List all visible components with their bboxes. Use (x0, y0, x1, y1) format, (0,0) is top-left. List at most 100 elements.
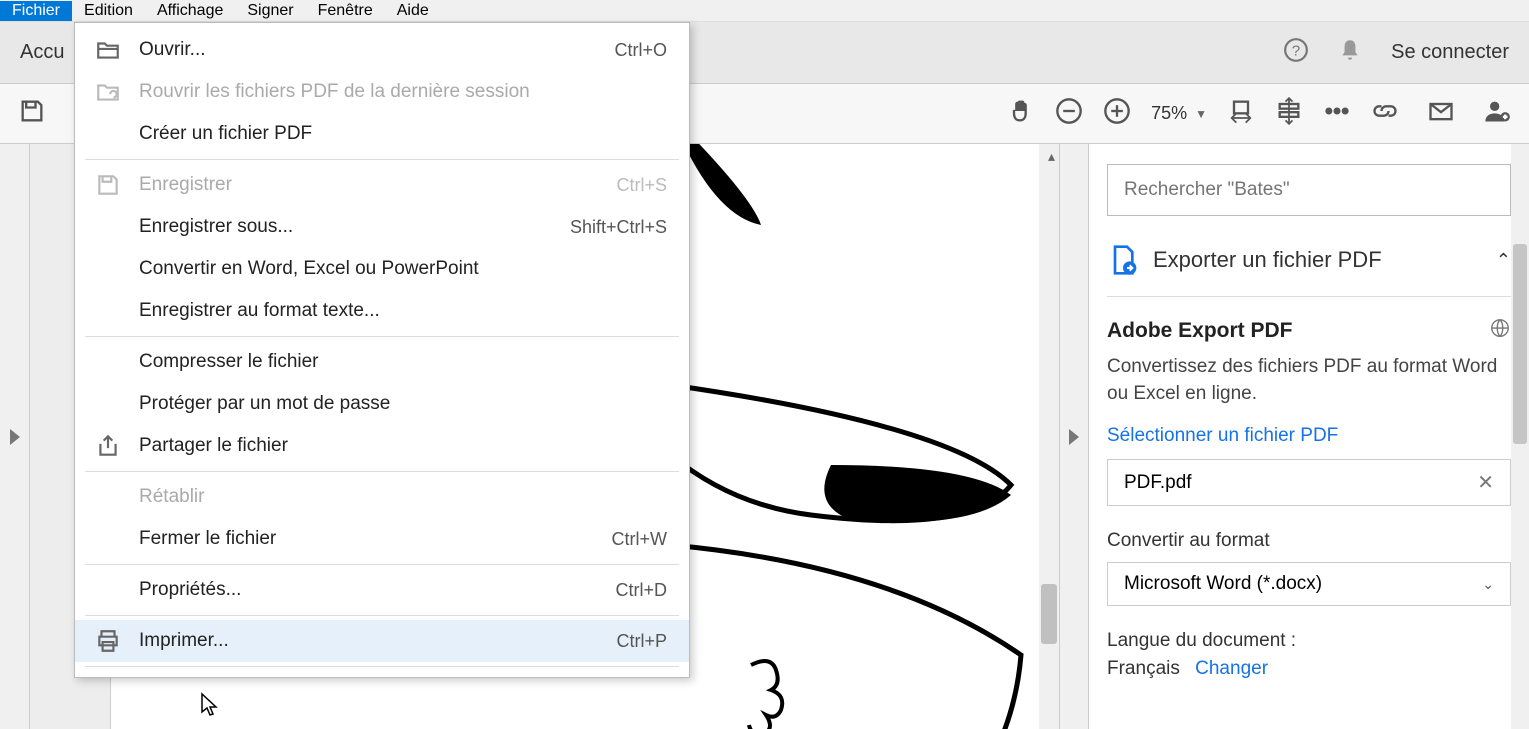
export-description: Convertissez des fichiers PDF au format … (1107, 354, 1511, 407)
menu-separator (85, 159, 679, 160)
selected-file-name: PDF.pdf (1124, 472, 1192, 494)
export-title: Adobe Export PDF (1107, 319, 1293, 343)
export-pdf-icon (1107, 244, 1139, 276)
right-panel: Exporter un fichier PDF ⌃ Adobe Export P… (1089, 144, 1529, 729)
fit-width-icon[interactable] (1227, 97, 1255, 130)
format-value: Microsoft Word (*.docx) (1124, 573, 1322, 595)
add-user-icon[interactable] (1483, 97, 1511, 130)
menu-create-pdf[interactable]: Créer un fichier PDF (75, 113, 689, 155)
export-section-header[interactable]: Exporter un fichier PDF ⌃ (1107, 244, 1511, 276)
language-change-link[interactable]: Changer (1195, 658, 1268, 679)
language-value: Français (1107, 658, 1180, 679)
menu-aide[interactable]: Aide (385, 1, 441, 21)
menu-open-shortcut: Ctrl+O (614, 40, 667, 61)
hand-icon[interactable] (1007, 97, 1035, 130)
zoom-out-icon[interactable] (1055, 97, 1083, 130)
zoom-in-icon[interactable] (1103, 97, 1131, 130)
more-icon[interactable] (1323, 97, 1351, 130)
web-icon[interactable] (1489, 317, 1511, 344)
menu-properties-label: Propriétés... (139, 579, 599, 601)
menu-savetext-label: Enregistrer au format texte... (139, 300, 667, 322)
menu-separator (85, 471, 679, 472)
menu-reopen: Rouvrir les fichiers PDF de la dernière … (75, 71, 689, 113)
expand-left-icon (10, 429, 20, 445)
menu-properties[interactable]: Propriétés... Ctrl+D (75, 569, 689, 611)
menu-compress-label: Compresser le fichier (139, 351, 667, 373)
save-icon[interactable] (18, 97, 46, 130)
home-tab[interactable]: Accu (20, 41, 64, 64)
scroll-up-icon: ▴ (1048, 148, 1055, 165)
menu-share[interactable]: Partager le fichier (75, 425, 689, 467)
menu-savetext[interactable]: Enregistrer au format texte... (75, 290, 689, 332)
help-icon[interactable]: ? (1283, 37, 1309, 69)
menu-fenetre[interactable]: Fenêtre (306, 1, 385, 21)
menu-print[interactable]: Imprimer... Ctrl+P (75, 620, 689, 662)
mid-rail[interactable] (1059, 144, 1089, 729)
menu-affichage[interactable]: Affichage (145, 1, 235, 21)
left-rail[interactable] (0, 144, 30, 729)
menu-protect[interactable]: Protéger par un mot de passe (75, 383, 689, 425)
menu-restore: Rétablir (75, 476, 689, 518)
expand-right-icon (1069, 429, 1079, 445)
menu-compress[interactable]: Compresser le fichier (75, 341, 689, 383)
chevron-down-icon: ⌄ (1482, 576, 1494, 593)
menu-create-label: Créer un fichier PDF (139, 123, 667, 145)
select-file-link[interactable]: Sélectionner un fichier PDF (1107, 425, 1511, 447)
menubar: Fichier Edition Affichage Signer Fenêtre… (0, 0, 1529, 22)
menu-close-label: Fermer le fichier (139, 528, 596, 550)
folder-reload-icon (93, 79, 123, 105)
menu-save-label: Enregistrer (139, 174, 600, 196)
export-section-title: Exporter un fichier PDF (1153, 247, 1482, 273)
menu-saveas-shortcut: Shift+Ctrl+S (570, 217, 667, 238)
chevron-up-icon: ⌃ (1496, 250, 1511, 271)
remove-file-icon[interactable]: ✕ (1477, 470, 1494, 495)
folder-open-icon (93, 37, 123, 63)
export-block: Adobe Export PDF Convertissez des fichie… (1107, 296, 1511, 680)
mail-icon[interactable] (1427, 97, 1455, 130)
bell-icon[interactable] (1337, 37, 1363, 69)
menu-separator (85, 564, 679, 565)
menu-close-shortcut: Ctrl+W (612, 529, 668, 550)
menu-convert[interactable]: Convertir en Word, Excel ou PowerPoint (75, 248, 689, 290)
scroll-thumb[interactable] (1041, 584, 1057, 644)
menu-open-label: Ouvrir... (139, 39, 598, 61)
share-icon (93, 433, 123, 459)
menu-saveas-label: Enregistrer sous... (139, 216, 554, 238)
zoom-caret-icon: ▼ (1195, 107, 1207, 121)
language-row: Français Changer (1107, 658, 1511, 680)
link-icon[interactable] (1371, 97, 1399, 130)
menu-reopen-label: Rouvrir les fichiers PDF de la dernière … (139, 81, 667, 103)
menu-fichier[interactable]: Fichier (0, 1, 72, 21)
zoom-value: 75% (1151, 103, 1187, 124)
menu-separator (85, 615, 679, 616)
vertical-scrollbar[interactable]: ▴ (1039, 144, 1059, 729)
svg-text:?: ? (1292, 42, 1300, 59)
panel-scrollbar[interactable] (1511, 144, 1529, 729)
menu-close[interactable]: Fermer le fichier Ctrl+W (75, 518, 689, 560)
menu-restore-label: Rétablir (139, 486, 667, 508)
menu-edition[interactable]: Edition (72, 1, 145, 21)
language-label: Langue du document : (1107, 630, 1511, 652)
menu-save-shortcut: Ctrl+S (616, 175, 667, 196)
signin-button[interactable]: Se connecter (1391, 41, 1509, 64)
menu-save: Enregistrer Ctrl+S (75, 164, 689, 206)
printer-icon (93, 628, 123, 654)
zoom-level[interactable]: 75% ▼ (1151, 103, 1207, 124)
menu-protect-label: Protéger par un mot de passe (139, 393, 667, 415)
menu-separator (85, 336, 679, 337)
menu-convert-label: Convertir en Word, Excel ou PowerPoint (139, 258, 667, 280)
scroll-mode-icon[interactable] (1275, 97, 1303, 130)
file-menu-dropdown: Ouvrir... Ctrl+O Rouvrir les fichiers PD… (74, 22, 690, 678)
panel-scroll-thumb[interactable] (1513, 244, 1527, 444)
menu-open[interactable]: Ouvrir... Ctrl+O (75, 29, 689, 71)
menu-saveas[interactable]: Enregistrer sous... Shift+Ctrl+S (75, 206, 689, 248)
selected-file-row: PDF.pdf ✕ (1107, 459, 1511, 506)
menu-signer[interactable]: Signer (235, 1, 305, 21)
format-select[interactable]: Microsoft Word (*.docx) ⌄ (1107, 562, 1511, 606)
save-disk-icon (93, 172, 123, 198)
menu-share-label: Partager le fichier (139, 435, 667, 457)
convert-to-label: Convertir au format (1107, 530, 1511, 552)
menu-print-shortcut: Ctrl+P (616, 631, 667, 652)
menu-properties-shortcut: Ctrl+D (615, 580, 667, 601)
search-input[interactable] (1107, 164, 1511, 216)
